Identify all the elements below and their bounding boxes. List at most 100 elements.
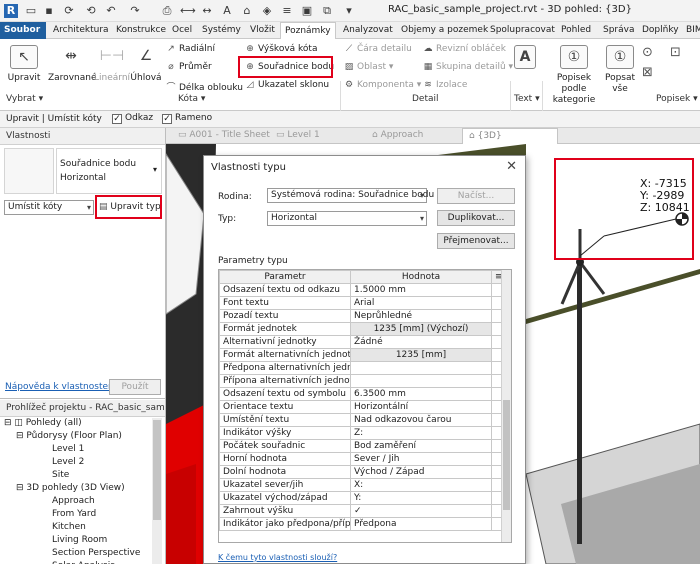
param-value-cell[interactable]: Bod zaměření	[350, 439, 492, 453]
param-value-cell[interactable]: Arial	[350, 296, 492, 310]
browser-scrollbar[interactable]	[152, 418, 162, 564]
tab-vlozit[interactable]: Vložit	[246, 22, 279, 39]
tree-item-site[interactable]: Site	[52, 470, 69, 480]
table-row[interactable]: Přípona alternativních jednotek	[219, 374, 502, 388]
properties-help-link[interactable]: Nápověda k vlastnostem	[5, 382, 117, 392]
type-selector[interactable]: Souřadnice bodu Horizontal ▾	[56, 148, 162, 194]
typ-select[interactable]: Horizontal ▾	[267, 211, 427, 226]
param-value-cell[interactable]: 1235 [mm] (Výchozí)	[350, 322, 492, 336]
param-value-cell[interactable]: 1.5000 mm	[350, 283, 492, 297]
table-row[interactable]: Umístění textu Nad odkazovou čarou	[219, 413, 502, 427]
komponenta-button[interactable]: ⚙ Komponenta ▾	[343, 80, 421, 90]
col-menu-icon[interactable]: ≡	[491, 270, 502, 284]
param-value-cell[interactable]: Y:	[350, 491, 492, 505]
text-group[interactable]: Text ▾	[514, 94, 540, 104]
delka-oblouku-button[interactable]: ⌒ Délka oblouku	[165, 80, 242, 93]
instance-filter-select[interactable]: Umístit kóty ▾	[4, 200, 94, 215]
table-row[interactable]: Odsazení textu od odkazu 1.5000 mm	[219, 283, 502, 297]
param-value-cell[interactable]: Východ / Západ	[350, 465, 492, 479]
view-tab-approach[interactable]: ⌂ Approach	[366, 128, 429, 144]
table-row[interactable]: Předpona alternativních jednotek	[219, 361, 502, 375]
table-row[interactable]: Alternativní jednotky Žádné	[219, 335, 502, 349]
popisek-podle-kategorie-button[interactable]: ① Popisek podle kategorie	[544, 45, 604, 106]
rodina-select[interactable]: Systémová rodina: Souřadnice bodu ▾	[267, 188, 434, 203]
tab-systemy[interactable]: Systémy	[198, 22, 245, 39]
prejmenovat-button[interactable]: Přejmenovat...	[437, 233, 515, 249]
table-row[interactable]: Font textu Arial	[219, 296, 502, 310]
tag-icon-2[interactable]: ⊠	[642, 65, 653, 80]
table-row[interactable]: Orientace textu Horizontální	[219, 400, 502, 414]
view-tab-level1[interactable]: ▭ Level 1	[270, 128, 326, 144]
uhlova-button[interactable]: ∠ Úhlová	[130, 45, 162, 84]
params-scrollbar[interactable]	[501, 270, 511, 542]
table-row[interactable]: Pozadí textu Neprůhledné	[219, 309, 502, 323]
tree-item-kitchen[interactable]: Kitchen	[52, 522, 86, 532]
app-logo-icon[interactable]: R	[4, 4, 18, 18]
popsat-vse-button[interactable]: ① Popsat vše	[604, 45, 636, 95]
tab-soubor[interactable]: Soubor	[0, 22, 46, 39]
radialni-button[interactable]: ↗ Radiální	[165, 44, 215, 54]
table-row[interactable]: Ukazatel sever/jih X:	[219, 478, 502, 492]
table-row[interactable]: Formát alternativních jednotek 1235 [mm]	[219, 348, 502, 362]
skupina-detailu-button[interactable]: ▦ Skupina detailů ▾	[422, 62, 513, 72]
revizni-oblacek-button[interactable]: ☁ Revizní obláček	[422, 44, 506, 54]
tab-objemy[interactable]: Objemy a pozemek	[397, 22, 492, 39]
switch-windows-icon[interactable]: ⧉	[320, 4, 334, 18]
vybrat-group[interactable]: Vybrat ▾	[6, 94, 43, 104]
param-value-cell[interactable]: 1235 [mm]	[350, 348, 492, 362]
tree-item-section-perspective[interactable]: Section Perspective	[52, 548, 140, 558]
tab-architektura[interactable]: Architektura	[49, 22, 113, 39]
table-row[interactable]: Formát jednotek 1235 [mm] (Výchozí)	[219, 322, 502, 336]
duplikovat-button[interactable]: Duplikovat...	[437, 210, 515, 226]
zarovnane-button[interactable]: ⇹ Zarovnané	[48, 45, 96, 84]
view-tab-title-sheet[interactable]: ▭ A001 - Title Sheet	[172, 128, 276, 144]
undo-icon[interactable]: ↶	[104, 4, 118, 18]
tab-analyzovat[interactable]: Analyzovat	[339, 22, 397, 39]
param-value-cell[interactable]: Předpona	[350, 517, 492, 531]
symbol-icon[interactable]: ⊡	[670, 45, 681, 60]
save-icon[interactable]: ▪	[42, 4, 56, 18]
redo-icon[interactable]: ↷	[128, 4, 142, 18]
param-value-cell[interactable]: Neprůhledné	[350, 309, 492, 323]
tab-sprava[interactable]: Správa	[599, 22, 638, 39]
dimension-icon[interactable]: ↔	[200, 4, 214, 18]
vyskova-kota-button[interactable]: ⊕ Výšková kóta	[244, 44, 317, 54]
table-row[interactable]: Odsazení textu od symbolu 6.3500 mm	[219, 387, 502, 401]
tab-ocel[interactable]: Ocel	[168, 22, 196, 39]
tree-item-pohledy[interactable]: ⊟ ◫ Pohledy (all)	[4, 418, 82, 428]
tab-doplnky[interactable]: Doplňky	[638, 22, 683, 39]
measure-icon[interactable]: ⟷	[180, 4, 196, 18]
oblast-button[interactable]: ▨ Oblast ▾	[343, 62, 394, 72]
sync-icon-2[interactable]: ⟲	[84, 4, 98, 18]
thin-lines-icon[interactable]: ≡	[280, 4, 294, 18]
table-row[interactable]: Indikátor výšky Z:	[219, 426, 502, 440]
table-row[interactable]: Indikátor jako předpona/příponaPředpona	[219, 517, 502, 531]
tab-konstrukce[interactable]: Konstrukce	[112, 22, 170, 39]
sync-icon[interactable]: ⟳	[62, 4, 76, 18]
param-value-cell[interactable]: 6.3500 mm	[350, 387, 492, 401]
popisek-group[interactable]: Popisek ▾	[656, 94, 698, 104]
tree-item-3d-pohledy[interactable]: ⊟ 3D pohledy (3D View)	[16, 483, 125, 493]
param-value-cell[interactable]: Žádné	[350, 335, 492, 349]
section-icon[interactable]: ◈	[260, 4, 274, 18]
izolace-button[interactable]: ≋ Izolace	[422, 80, 467, 90]
param-value-cell[interactable]: X:	[350, 478, 492, 492]
table-row[interactable]: Dolní hodnota Východ / Západ	[219, 465, 502, 479]
param-value-cell[interactable]	[350, 374, 492, 388]
param-value-cell[interactable]	[350, 361, 492, 375]
linearni-button[interactable]: ⊢⊣ Lineární	[94, 45, 130, 84]
tab-bim[interactable]: BIM	[682, 22, 700, 39]
keynote-icon[interactable]: ⊙	[642, 45, 653, 60]
col-value-header[interactable]: Hodnota	[350, 270, 492, 284]
apply-button[interactable]: Použít	[109, 379, 161, 395]
table-row[interactable]: Horní hodnota Sever / Jih	[219, 452, 502, 466]
param-value-cell[interactable]: Z:	[350, 426, 492, 440]
tree-item-from-yard[interactable]: From Yard	[52, 509, 96, 519]
param-value-cell[interactable]: Sever / Jih	[350, 452, 492, 466]
tab-poznamky[interactable]: Poznámky	[280, 22, 336, 40]
param-value-cell[interactable]: ✓	[350, 504, 492, 518]
param-value-cell[interactable]: Nad odkazovou čarou	[350, 413, 492, 427]
param-value-cell[interactable]: Horizontální	[350, 400, 492, 414]
table-row[interactable]: Zahrnout výšku ✓	[219, 504, 502, 518]
tree-item-living-room[interactable]: Living Room	[52, 535, 107, 545]
